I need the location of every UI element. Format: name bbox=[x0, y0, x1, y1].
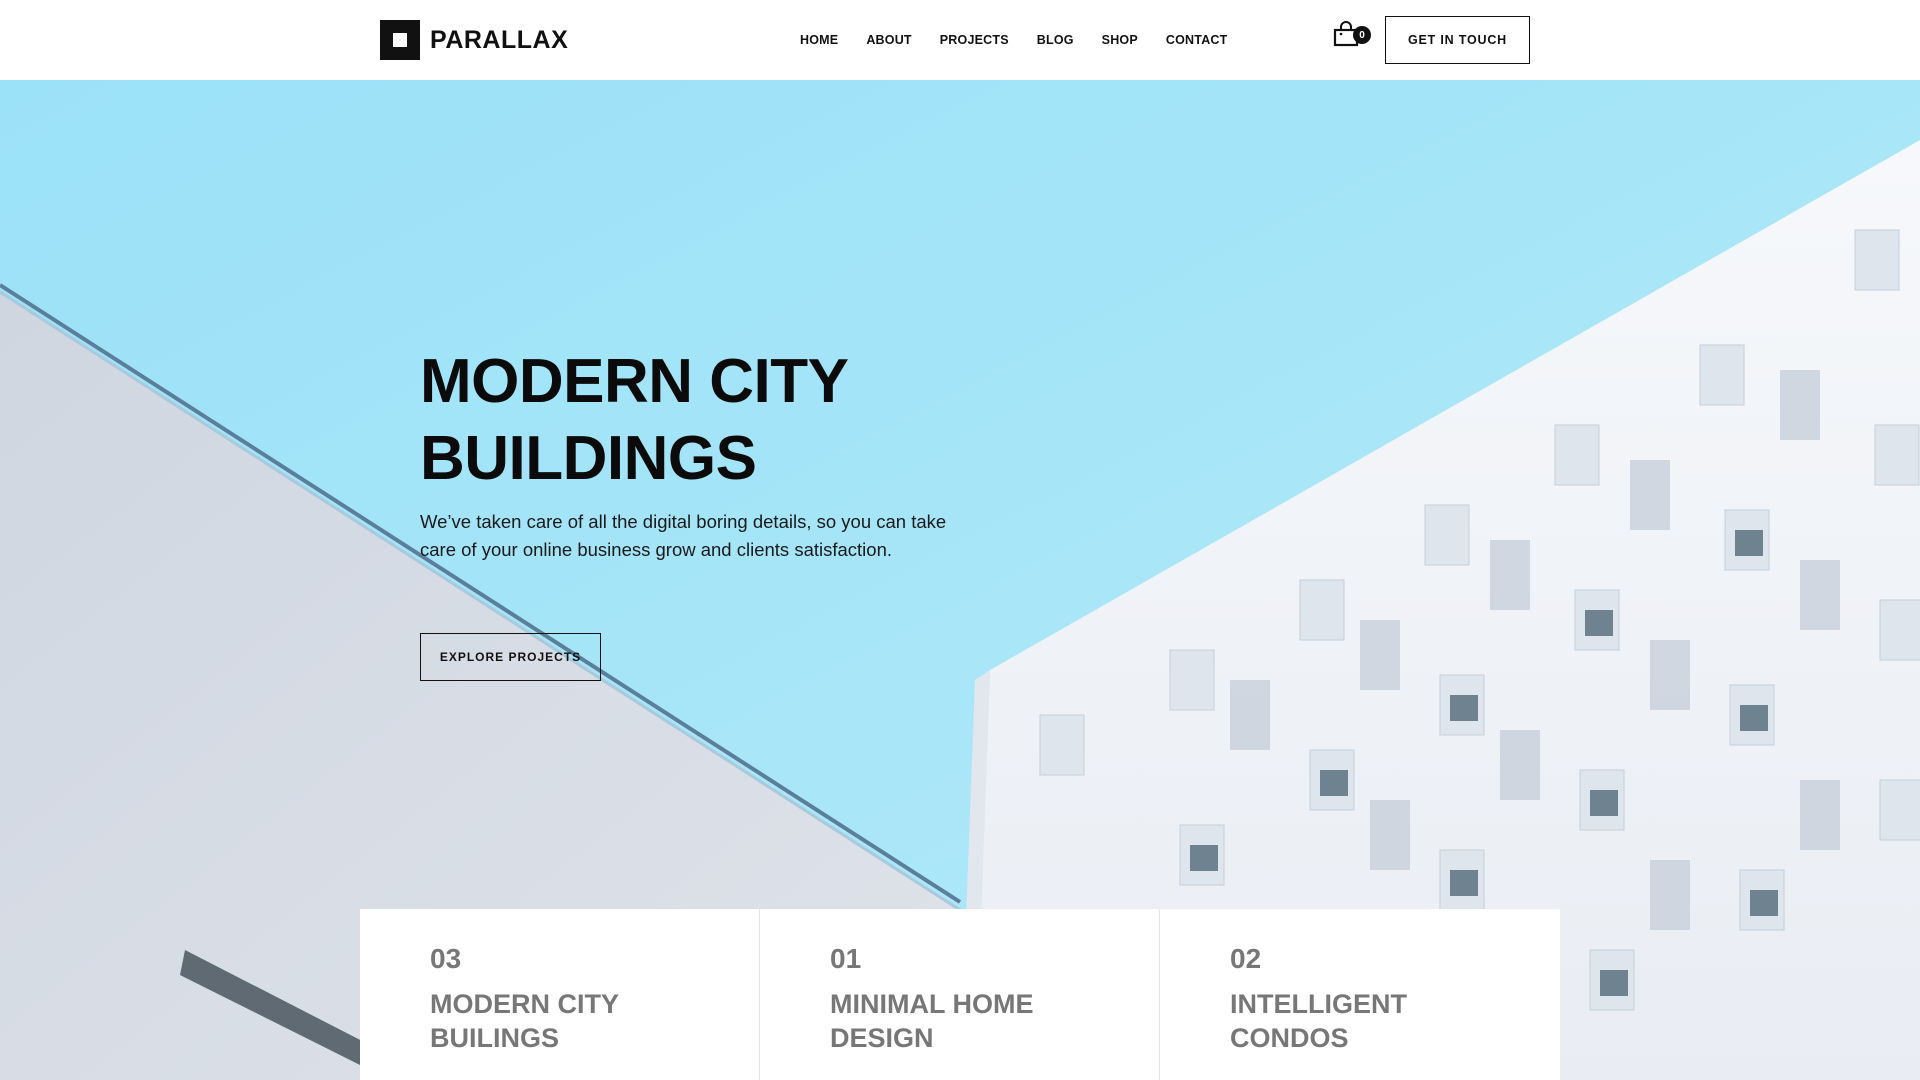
project-cards: 03 MODERN CITY BUILINGS 01 MINIMAL HOME … bbox=[360, 909, 1560, 1080]
nav-contact[interactable]: CONTACT bbox=[1166, 33, 1228, 47]
project-card[interactable]: 01 MINIMAL HOME DESIGN bbox=[760, 909, 1160, 1080]
card-number: 02 bbox=[1230, 943, 1262, 974]
card-title: INTELLIGENT CONDOS bbox=[1230, 989, 1407, 1053]
hero-description: We’ve taken care of all the digital bori… bbox=[420, 511, 947, 560]
nav-blog[interactable]: BLOG bbox=[1037, 33, 1074, 47]
nav-about[interactable]: ABOUT bbox=[866, 33, 911, 47]
nav-shop[interactable]: SHOP bbox=[1102, 33, 1138, 47]
site-header: PARALLAX HOME ABOUT PROJECTS BLOG SHOP C… bbox=[0, 0, 1920, 80]
main-nav: HOME ABOUT PROJECTS BLOG SHOP CONTACT bbox=[800, 0, 1227, 80]
project-card[interactable]: 03 MODERN CITY BUILINGS bbox=[360, 909, 760, 1080]
card-number: 01 bbox=[830, 943, 862, 974]
card-title: MINIMAL HOME DESIGN bbox=[830, 989, 1034, 1053]
hero-title: MODERN CITY BUILDINGS bbox=[420, 347, 848, 493]
logo-text: PARALLAX bbox=[430, 25, 569, 54]
nav-home[interactable]: HOME bbox=[800, 33, 838, 47]
logo-mark-icon bbox=[380, 20, 420, 60]
card-title: MODERN CITY BUILINGS bbox=[430, 989, 619, 1053]
nav-projects[interactable]: PROJECTS bbox=[940, 33, 1009, 47]
card-number: 03 bbox=[430, 943, 462, 974]
cart-button[interactable]: 0 bbox=[1333, 21, 1371, 51]
project-card[interactable]: 02 INTELLIGENT CONDOS bbox=[1160, 909, 1560, 1080]
get-in-touch-button[interactable]: GET IN TOUCH bbox=[1385, 16, 1530, 64]
cart-count-badge: 0 bbox=[1353, 26, 1371, 44]
logo[interactable]: PARALLAX bbox=[380, 20, 568, 60]
explore-projects-button[interactable]: EXPLORE PROJECTS bbox=[420, 633, 601, 681]
